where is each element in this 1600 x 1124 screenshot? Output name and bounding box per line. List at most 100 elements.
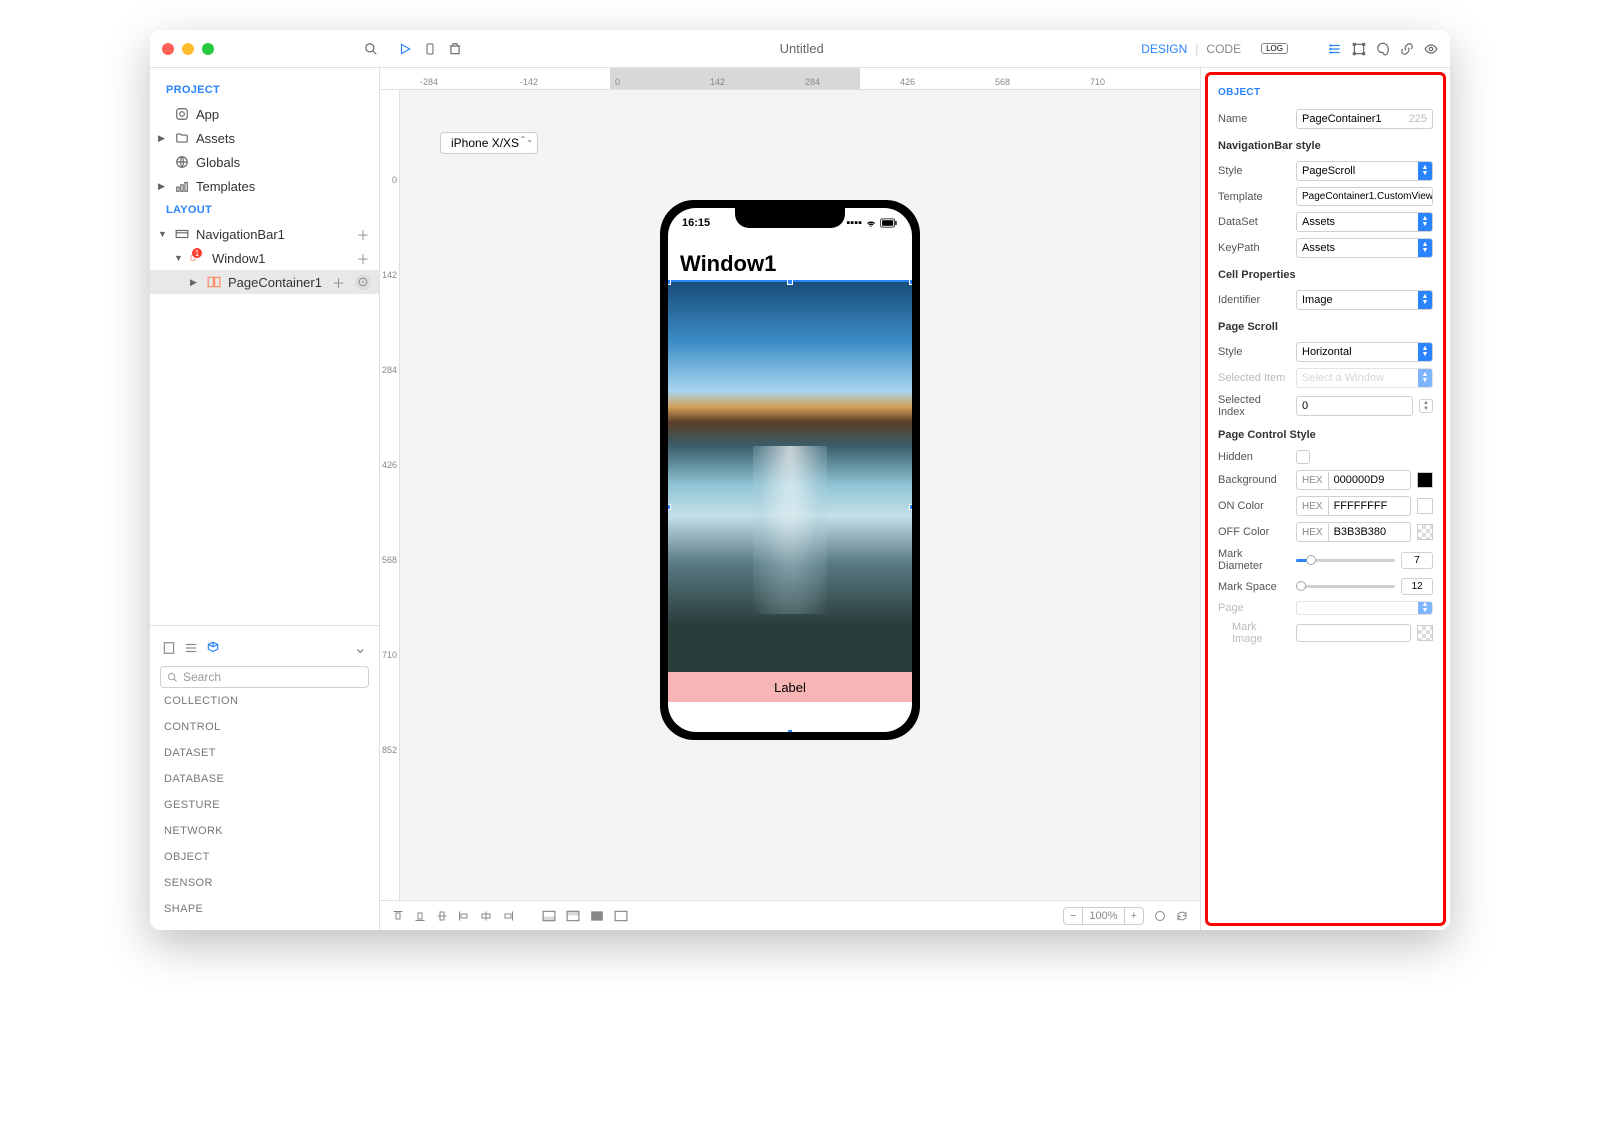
run-button[interactable] — [398, 42, 412, 56]
align-top-icon[interactable] — [392, 910, 404, 922]
library-tab-list[interactable] — [184, 641, 198, 655]
zoom-out-button[interactable]: − — [1064, 908, 1083, 924]
keypath-select[interactable]: Assets▲▼ — [1296, 238, 1433, 258]
inspector-tab-attributes[interactable] — [1328, 42, 1342, 56]
log-badge[interactable]: LOG — [1261, 43, 1288, 54]
extra-button[interactable]: ⊙ — [355, 274, 371, 290]
add-button[interactable]: ＋ — [330, 274, 346, 290]
device-selector[interactable]: iPhone X/XS — [440, 132, 538, 154]
identifier-select[interactable]: Image▲▼ — [1296, 290, 1433, 310]
selected-index-field[interactable]: 0 — [1296, 396, 1413, 416]
disclosure-triangle[interactable]: ▼ — [174, 253, 184, 263]
hidden-checkbox[interactable] — [1296, 450, 1310, 464]
mark-space-value[interactable]: 12 — [1401, 578, 1433, 595]
minimize-window-button[interactable] — [182, 43, 194, 55]
style-select[interactable]: PageScroll▲▼ — [1296, 161, 1433, 181]
on-color-field[interactable]: HEXFFFFFFFF — [1296, 496, 1411, 516]
dataset-select[interactable]: Assets▲▼ — [1296, 212, 1433, 232]
template-select[interactable]: PageContainer1.CustomView1▲▼ — [1296, 187, 1433, 206]
align-right-icon[interactable] — [502, 910, 514, 922]
disclosure-triangle[interactable]: ▶ — [158, 133, 168, 144]
layout-tool-2[interactable] — [566, 910, 580, 922]
layout-tool-3[interactable] — [590, 910, 604, 922]
category-network[interactable]: NETWORK — [160, 818, 369, 844]
project-item-templates[interactable]: ▶ Templates — [150, 174, 379, 198]
library-search[interactable]: Search — [160, 666, 369, 688]
search-icon[interactable] — [364, 42, 378, 56]
project-item-globals[interactable]: Globals — [150, 150, 379, 174]
design-tab[interactable]: DESIGN — [1141, 42, 1187, 56]
archive-icon[interactable] — [448, 42, 462, 56]
category-control[interactable]: CONTROL — [160, 714, 369, 740]
zoom-control[interactable]: − 100% + — [1063, 907, 1144, 925]
titlebar: Untitled DESIGN | CODE LOG — [150, 30, 1450, 68]
category-shape[interactable]: SHAPE — [160, 896, 369, 922]
project-item-assets[interactable]: ▶ Assets — [150, 126, 379, 150]
disclosure-triangle[interactable]: ▶ — [158, 181, 168, 192]
selection-handle[interactable] — [787, 729, 793, 732]
off-color-field[interactable]: HEXB3B3B380 — [1296, 522, 1411, 542]
category-database[interactable]: DATABASE — [160, 766, 369, 792]
disclosure-triangle[interactable]: ▼ — [158, 229, 168, 239]
library-tab-3d[interactable] — [206, 641, 220, 655]
category-sensor[interactable]: SENSOR — [160, 870, 369, 896]
disclosure-triangle[interactable]: ▶ — [190, 277, 200, 288]
inspector-tab-appearance[interactable] — [1376, 42, 1390, 56]
inspector-tab-identity[interactable] — [1424, 42, 1438, 56]
mark-space-slider[interactable] — [1296, 585, 1395, 588]
selection-handle[interactable] — [668, 504, 671, 510]
category-collection[interactable]: COLLECTION — [160, 688, 369, 714]
page-container-selection[interactable]: Label — [668, 282, 912, 732]
category-gesture[interactable]: GESTURE — [160, 792, 369, 818]
zoom-value: 100% — [1083, 908, 1124, 924]
on-color-swatch[interactable] — [1417, 498, 1433, 514]
layout-item-pagecontainer[interactable]: ▶ PageContainer1 ＋ ⊙ — [150, 270, 379, 294]
add-button[interactable]: ＋ — [355, 250, 371, 266]
library-tab-layout[interactable] — [162, 641, 176, 655]
templates-icon — [174, 178, 190, 194]
index-stepper[interactable]: ▲▼ — [1419, 399, 1433, 413]
mark-diameter-slider[interactable] — [1296, 559, 1395, 562]
ps-style-select[interactable]: Horizontal▲▼ — [1296, 342, 1433, 362]
align-hcenter-icon[interactable] — [480, 910, 492, 922]
background-swatch[interactable] — [1417, 472, 1433, 488]
align-left-icon[interactable] — [458, 910, 470, 922]
align-vcenter-icon[interactable] — [436, 910, 448, 922]
close-window-button[interactable] — [162, 43, 174, 55]
device-icon[interactable] — [424, 41, 436, 57]
align-bottom-icon[interactable] — [414, 910, 426, 922]
mark-image-well[interactable] — [1296, 624, 1411, 642]
zoom-in-button[interactable]: + — [1125, 908, 1143, 924]
selection-handle[interactable] — [909, 729, 912, 732]
design-canvas[interactable]: iPhone X/XS 16:15 ▪▪▪▪ — [380, 90, 1200, 930]
selection-handle[interactable] — [668, 279, 671, 285]
inspector-tab-geometry[interactable] — [1352, 42, 1366, 56]
project-item-app[interactable]: App — [150, 102, 379, 126]
selection-handle[interactable] — [909, 504, 912, 510]
layout-item-navigationbar[interactable]: ▼ NavigationBar1 ＋ — [150, 222, 379, 246]
layout-tool-4[interactable] — [614, 910, 628, 922]
category-dataset[interactable]: DATASET — [160, 740, 369, 766]
inspector-header: OBJECT — [1208, 83, 1443, 106]
name-field[interactable]: PageContainer1225 — [1296, 109, 1433, 129]
off-color-swatch[interactable] — [1417, 524, 1433, 540]
category-object[interactable]: OBJECT — [160, 844, 369, 870]
page-select[interactable]: ▲▼ — [1296, 601, 1433, 615]
selection-handle[interactable] — [787, 279, 793, 285]
mark-diameter-value[interactable]: 7 — [1401, 552, 1433, 569]
chevron-down-icon[interactable]: ⌄ — [354, 638, 367, 658]
selection-handle[interactable] — [668, 729, 671, 732]
zoom-window-button[interactable] — [202, 43, 214, 55]
layout-item-window[interactable]: ▼ 1 Window1 ＋ — [150, 246, 379, 270]
background-color-field[interactable]: HEX000000D9 — [1296, 470, 1411, 490]
fit-icon[interactable] — [1154, 910, 1166, 922]
inspector-tab-connections[interactable] — [1400, 42, 1414, 56]
layout-tool-1[interactable] — [542, 910, 556, 922]
code-tab[interactable]: CODE — [1206, 42, 1241, 56]
tree-label: Assets — [196, 131, 235, 146]
add-button[interactable]: ＋ — [355, 226, 371, 242]
mark-image-swatch[interactable] — [1417, 625, 1433, 641]
selected-item-select[interactable]: Select a Window▲▼ — [1296, 368, 1433, 388]
refresh-icon[interactable] — [1176, 910, 1188, 922]
selection-handle[interactable] — [909, 279, 912, 285]
